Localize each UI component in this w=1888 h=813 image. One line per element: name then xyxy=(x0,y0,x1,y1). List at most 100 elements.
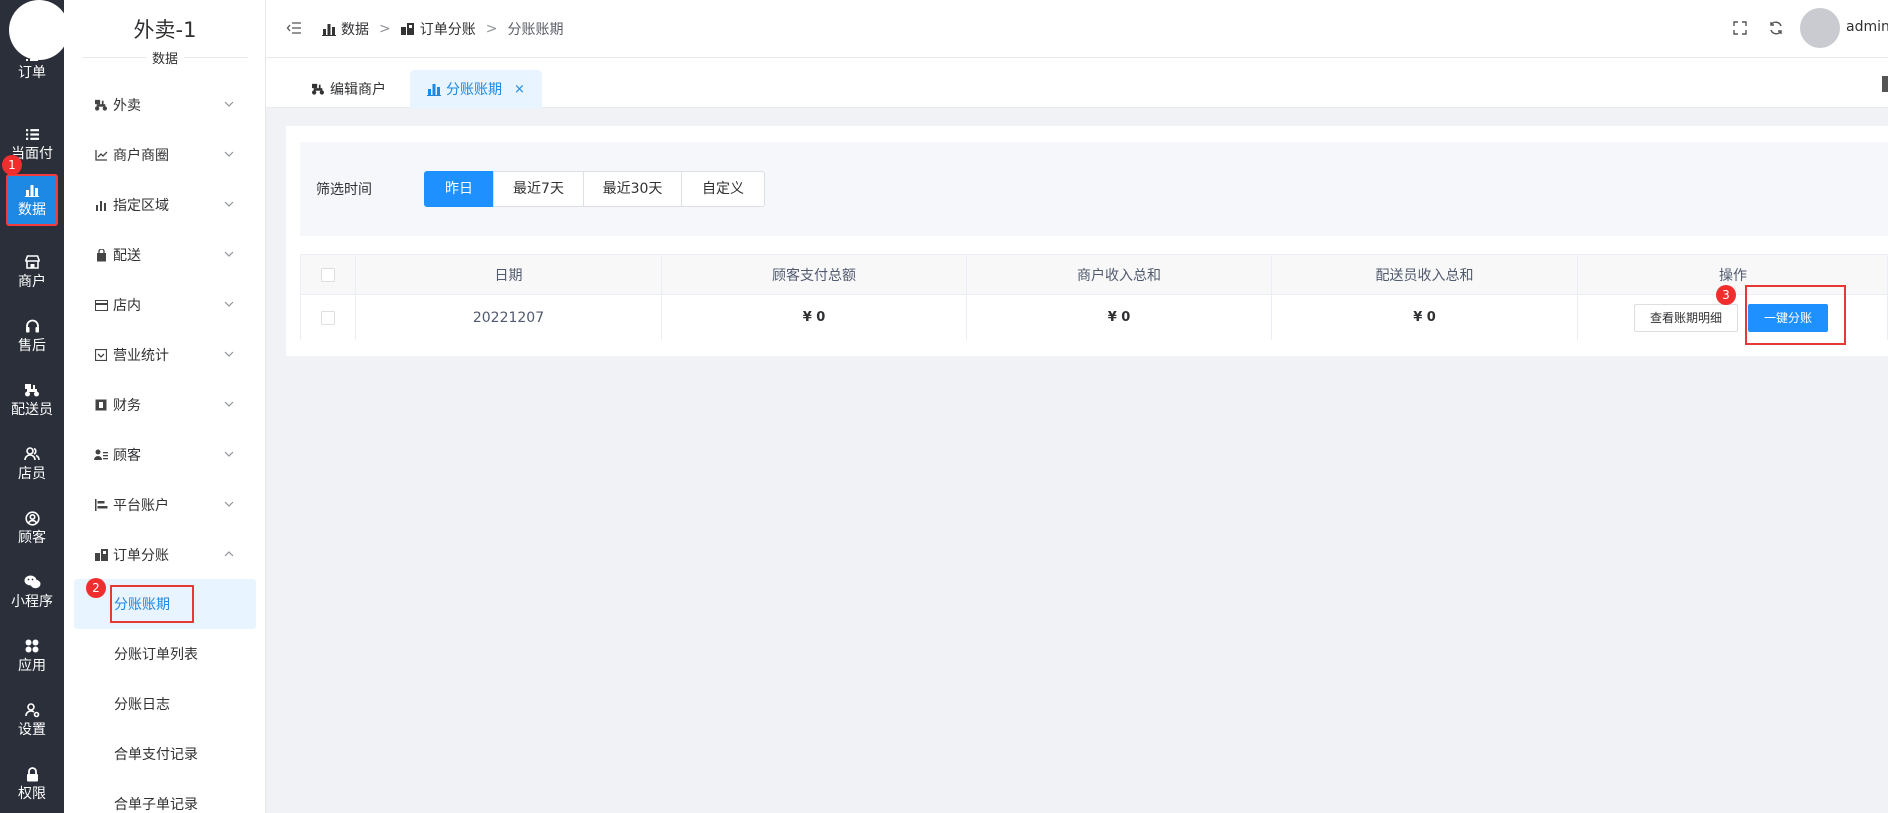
step-badge-3: 3 xyxy=(1716,285,1736,305)
top-header: 数据 > 订单分账 > 分账账期 admin xyxy=(266,0,1888,58)
finance-icon xyxy=(94,398,108,412)
user-circle-icon xyxy=(24,509,40,527)
rail-item-permissions[interactable]: 权限 xyxy=(0,756,64,812)
menu-item-customers[interactable]: 顾客 xyxy=(64,430,265,480)
breadcrumb-separator: > xyxy=(379,21,391,37)
menu-item-order-split[interactable]: 订单分账 xyxy=(64,530,265,580)
rail-item-apps[interactable]: 应用 xyxy=(0,628,64,684)
menu-item-takeout[interactable]: 外卖 xyxy=(64,80,265,130)
list-icon xyxy=(26,52,38,62)
close-icon[interactable]: × xyxy=(514,82,525,97)
chevron-down-icon xyxy=(224,351,234,357)
bar-chart-icon xyxy=(94,198,108,212)
tab-edit-merchant[interactable]: 编辑商户 xyxy=(294,70,403,108)
lock-icon xyxy=(26,765,39,783)
scooter-icon xyxy=(311,82,325,96)
list-icon xyxy=(25,125,39,143)
user-gear-icon xyxy=(24,701,40,719)
secondary-sidebar: 外卖-1 数据 外卖 商户商圈 指定区域 配送 店内 营业统计 财务 顾客 平台… xyxy=(64,0,266,813)
menu-item-designated-area[interactable]: 指定区域 xyxy=(64,180,265,230)
section-subtitle: 数据 xyxy=(64,48,265,67)
card-icon xyxy=(94,298,108,312)
archive-icon xyxy=(94,348,108,362)
menu-fold-icon[interactable] xyxy=(286,20,302,36)
menu-item-merchant-district[interactable]: 商户商圈 xyxy=(64,130,265,180)
shop-icon xyxy=(24,253,40,271)
rail-item-staff[interactable]: 店员 xyxy=(0,436,64,492)
avatar[interactable] xyxy=(1800,8,1840,48)
bar-chart-icon xyxy=(322,22,336,36)
filter-last-7-days[interactable]: 最近7天 xyxy=(493,171,584,207)
cell-merchant-total: ¥ 0 xyxy=(967,295,1272,340)
scooter-icon xyxy=(94,98,108,112)
breadcrumb-item[interactable]: 数据 xyxy=(341,19,369,39)
menu-item-finance[interactable]: 财务 xyxy=(64,380,265,430)
users-icon xyxy=(24,445,40,463)
highlight-box xyxy=(110,585,194,623)
step-badge-2: 2 xyxy=(86,578,106,598)
chevron-down-icon xyxy=(224,451,234,457)
username[interactable]: admin xyxy=(1846,19,1888,35)
chevron-down-icon xyxy=(224,401,234,407)
menu-item-in-store[interactable]: 店内 xyxy=(64,280,265,330)
rail-item-settings[interactable]: 设置 xyxy=(0,692,64,748)
user-list-icon xyxy=(94,448,108,462)
chevron-down-icon xyxy=(224,251,234,257)
step-badge-1: 1 xyxy=(2,155,22,175)
menu-item-business-stats[interactable]: 营业统计 xyxy=(64,330,265,380)
chevron-down-icon xyxy=(224,201,234,207)
rail-item-customers[interactable]: 顾客 xyxy=(0,500,64,556)
chevron-down-icon xyxy=(224,301,234,307)
menu-item-delivery[interactable]: 配送 xyxy=(64,230,265,280)
view-period-detail-button[interactable]: 查看账期明细 xyxy=(1634,304,1738,332)
more-tabs-icon[interactable] xyxy=(1882,76,1888,92)
row-checkbox[interactable] xyxy=(321,310,335,325)
filter-last-30-days[interactable]: 最近30天 xyxy=(583,171,682,207)
filter-custom[interactable]: 自定义 xyxy=(681,171,765,207)
select-all-checkbox[interactable] xyxy=(321,267,335,282)
column-header: 日期 xyxy=(356,255,662,294)
cell-date: 20221207 xyxy=(356,295,662,340)
logo xyxy=(9,0,69,60)
submenu-item-split-order-list[interactable]: 分账订单列表 xyxy=(74,629,256,679)
breadcrumb-current: 分账账期 xyxy=(507,22,564,38)
submenu-item-combined-suborder-records[interactable]: 合单子单记录 xyxy=(74,779,256,813)
refresh-icon[interactable] xyxy=(1768,20,1784,36)
rail-item-orders[interactable]: 订单 xyxy=(0,52,64,88)
breadcrumb-separator: > xyxy=(485,21,498,37)
align-icon xyxy=(94,498,108,512)
rail-item-couriers[interactable]: 配送员 xyxy=(0,372,64,428)
fullscreen-icon[interactable] xyxy=(1732,20,1748,36)
primary-nav-rail: 订单 当面付 数据 商户 售后 配送员 店员 顾客 小程序 应用 设置 权限 xyxy=(0,0,69,813)
rail-item-merchants[interactable]: 商户 xyxy=(0,244,64,300)
table-header: 日期 顾客支付总额 商户收入总和 配送员收入总和 操作 xyxy=(301,255,1887,295)
app-title: 外卖-1 xyxy=(133,18,197,42)
line-chart-icon xyxy=(94,148,108,162)
breadcrumb: 数据 > 订单分账 > 分账账期 xyxy=(322,0,563,58)
row-checkbox-cell xyxy=(301,295,356,340)
breadcrumb-item[interactable]: 订单分账 xyxy=(420,19,476,39)
bar-chart-icon xyxy=(427,82,441,96)
filter-label: 筛选时间 xyxy=(316,182,372,198)
filter-yesterday[interactable]: 昨日 xyxy=(424,171,494,207)
rail-item-data[interactable]: 数据 xyxy=(0,172,64,228)
chevron-down-icon xyxy=(224,101,234,107)
cell-customer-total: ¥ 0 xyxy=(662,295,967,340)
chevron-up-icon xyxy=(224,551,234,557)
headset-icon xyxy=(25,317,40,335)
menu-item-platform-account[interactable]: 平台账户 xyxy=(64,480,265,530)
submenu-item-combined-payment-records[interactable]: 合单支付记录 xyxy=(74,729,256,779)
chevron-down-icon xyxy=(224,151,234,157)
submenu-item-split-log[interactable]: 分账日志 xyxy=(74,679,256,729)
scooter-icon xyxy=(24,381,40,399)
highlight-box xyxy=(1745,285,1846,345)
tabs-bar: 编辑商户 分账账期 × xyxy=(266,58,1888,108)
rail-item-after-sales[interactable]: 售后 xyxy=(0,308,64,364)
tab-split-period[interactable]: 分账账期 × xyxy=(410,70,542,108)
rail-item-mini-program[interactable]: 小程序 xyxy=(0,564,64,620)
header-checkbox-cell xyxy=(301,255,356,294)
filter-panel: 筛选时间 昨日 最近7天 最近30天 自定义 xyxy=(300,142,1888,236)
wechat-icon xyxy=(24,573,41,591)
column-header: 商户收入总和 xyxy=(967,255,1272,294)
split-icon xyxy=(400,22,415,36)
